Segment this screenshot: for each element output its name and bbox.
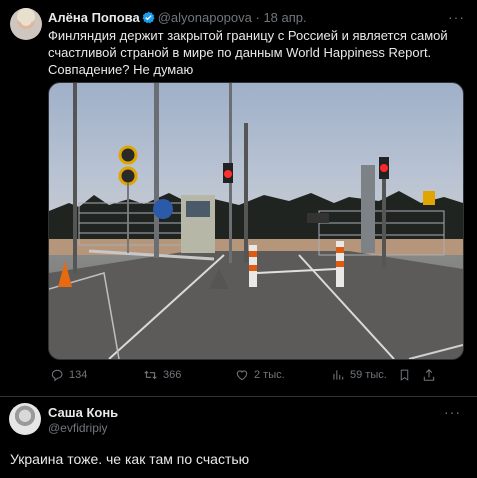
reply-author-name[interactable]: Саша Конь — [48, 405, 118, 420]
tweet-text-line: Финляндия держит закрытой границу с Росс… — [48, 28, 448, 43]
author-avatar[interactable] — [10, 8, 42, 40]
retweet-count: 366 — [163, 369, 182, 381]
reply-more-options-icon[interactable]: ··· — [444, 404, 461, 420]
border-crossing-photo — [49, 83, 463, 359]
retweet-button[interactable]: 366 — [143, 368, 181, 382]
bookmark-button[interactable] — [398, 368, 411, 382]
reply-button[interactable]: 134 — [50, 368, 87, 382]
more-options-icon[interactable]: ··· — [448, 9, 465, 25]
tweet-main[interactable]: Алёна Попова @alyonapopova · 18 апр. ··· … — [0, 0, 477, 397]
views-count: 59 тыс. — [350, 369, 387, 381]
reply-author-avatar[interactable] — [9, 403, 41, 435]
author-handle[interactable]: @alyonapopova — [158, 10, 252, 25]
tweet-photo[interactable] — [48, 82, 464, 360]
tweet-actions: 134 366 2 тыс. 59 тыс. — [48, 368, 462, 388]
author-name[interactable]: Алёна Попова — [48, 10, 140, 25]
reply-author-handle[interactable]: @evfidripiy — [48, 421, 108, 435]
reply-icon — [50, 368, 64, 382]
bookmark-icon — [398, 368, 411, 382]
tweet-text-line: счастливой страной в мире по данным Worl… — [48, 45, 432, 60]
reply-text: Украина тоже. че как там по счастью — [10, 451, 250, 467]
tweet-header: Алёна Попова @alyonapopova · 18 апр. — [48, 10, 307, 25]
tweet-text: Финляндия держит закрытой границу с Росс… — [48, 27, 453, 78]
retweet-icon — [143, 368, 158, 382]
tweet-text-line: Совпадение? Не думаю — [48, 62, 194, 77]
verified-badge-icon — [142, 11, 155, 24]
share-icon — [422, 368, 436, 382]
like-count: 2 тыс. — [254, 369, 285, 381]
like-icon — [235, 368, 249, 382]
views-button[interactable]: 59 тыс. — [331, 368, 387, 382]
tweet-date[interactable]: 18 апр. — [263, 10, 306, 25]
separator-dot: · — [255, 10, 260, 25]
share-button[interactable] — [422, 368, 436, 382]
like-button[interactable]: 2 тыс. — [235, 368, 285, 382]
views-icon — [331, 368, 345, 382]
reply-count: 134 — [69, 369, 88, 381]
